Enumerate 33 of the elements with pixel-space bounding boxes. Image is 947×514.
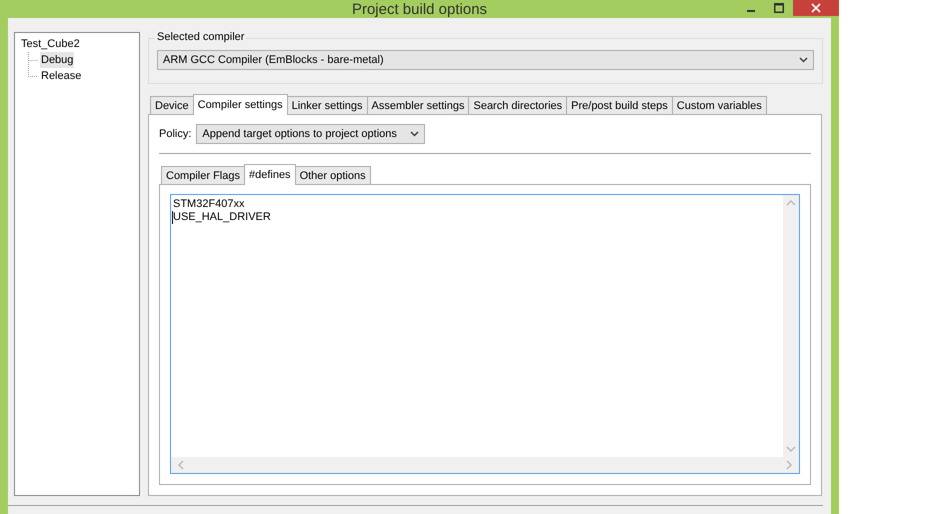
close-button[interactable]: [793, 0, 839, 16]
chevron-down-icon: [799, 57, 808, 63]
compiler-dropdown[interactable]: ARM GCC Compiler (EmBlocks - bare-metal): [157, 50, 814, 70]
chevron-right-icon: [785, 460, 793, 470]
tab[interactable]: Other options: [294, 166, 371, 184]
chevron-left-icon: [177, 460, 185, 470]
text-editor[interactable]: STM32F407xx USE_HAL_DRIVER: [170, 194, 800, 474]
tab[interactable]: Device: [150, 96, 194, 114]
tree-item[interactable]: Release: [40, 68, 82, 84]
tab[interactable]: Pre/post build steps: [566, 96, 673, 114]
window-title: Project build options: [352, 0, 488, 18]
tab[interactable]: #defines: [244, 164, 296, 185]
minimize-icon: [747, 10, 755, 12]
chevron-up-icon: [786, 199, 796, 207]
tree-item[interactable]: Debug: [40, 52, 74, 68]
maximize-icon: [774, 3, 784, 13]
tab[interactable]: Search directories: [468, 96, 568, 114]
code-line: USE_HAL_DRIVER: [172, 211, 781, 224]
tab[interactable]: Compiler settings: [192, 94, 288, 115]
policy-dropdown[interactable]: Append target options to project options: [196, 124, 426, 144]
tab[interactable]: Linker settings: [286, 96, 368, 114]
tab[interactable]: Custom variables: [672, 96, 767, 114]
vertical-scrollbar[interactable]: [783, 195, 799, 457]
chevron-down-icon: [786, 445, 796, 453]
group-label: Selected compiler: [155, 31, 246, 43]
code-line: STM32F407xx: [173, 198, 246, 211]
tab[interactable]: Assembler settings: [366, 96, 470, 114]
policy-label: Policy:: [159, 128, 192, 140]
tree-item[interactable]: Test_Cube2: [20, 36, 81, 52]
close-icon: [811, 3, 821, 13]
chevron-down-icon: [410, 131, 420, 137]
horizontal-scrollbar[interactable]: [171, 457, 799, 473]
tab[interactable]: Compiler Flags: [161, 166, 245, 184]
